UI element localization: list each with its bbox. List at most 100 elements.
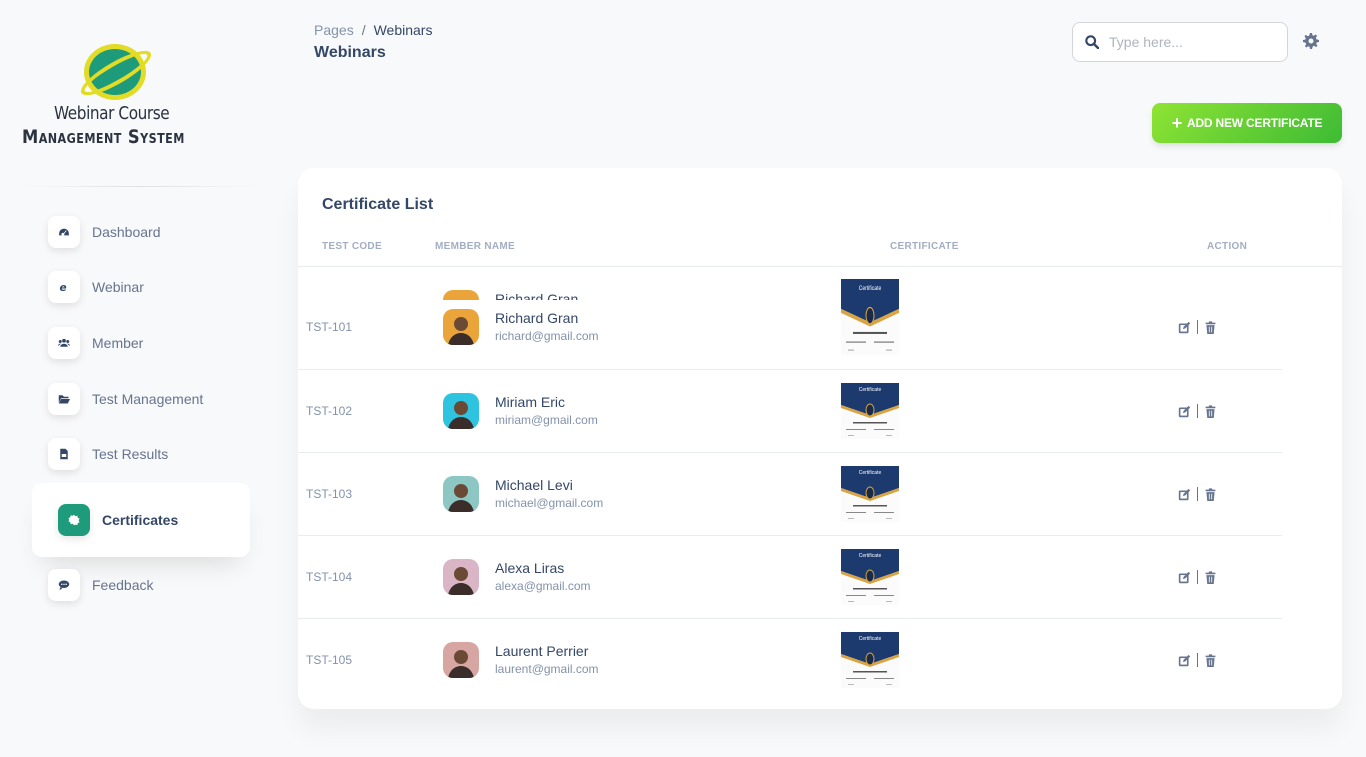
svg-text:Certificate: Certificate bbox=[859, 553, 882, 559]
sidebar-item-label: Webinar bbox=[92, 279, 144, 295]
sidebar-item-feedback[interactable]: Feedback bbox=[32, 557, 250, 613]
member-name: Laurent Perrier bbox=[495, 643, 589, 659]
person-photo-icon bbox=[443, 476, 479, 512]
column-header-member-name: MEMBER NAME bbox=[435, 241, 515, 252]
column-header-test-code: TEST CODE bbox=[322, 241, 382, 252]
action-separator bbox=[1197, 653, 1198, 667]
member-name: Miriam Eric bbox=[495, 394, 565, 410]
certificate-thumbnail[interactable]: Certificate bbox=[841, 383, 899, 439]
certificate-thumbnail[interactable]: Certificate bbox=[841, 549, 899, 605]
member-name: Alexa Liras bbox=[495, 560, 565, 576]
file-icon bbox=[48, 438, 80, 470]
column-header-action: ACTION bbox=[1207, 241, 1248, 252]
edit-icon[interactable] bbox=[1178, 571, 1191, 584]
app-logo[interactable]: Webinar Course Management System bbox=[18, 40, 218, 152]
test-code: TST-105 bbox=[306, 653, 353, 667]
logo-line-2: Management System bbox=[22, 126, 185, 148]
search-icon bbox=[1085, 35, 1099, 49]
table-row: TST-103 Michael Levi michael@gmail.com C… bbox=[298, 453, 1282, 536]
member-email: richard@gmail.com bbox=[495, 329, 599, 343]
action-separator bbox=[1197, 487, 1198, 501]
sidebar: Webinar Course Management System Dashboa… bbox=[0, 0, 280, 757]
edit-icon[interactable] bbox=[1178, 654, 1191, 667]
sidebar-item-label: Feedback bbox=[92, 577, 154, 593]
member-email: michael@gmail.com bbox=[495, 496, 604, 510]
row-actions bbox=[1178, 320, 1217, 334]
trash-icon[interactable] bbox=[1204, 570, 1217, 584]
breadcrumb-pages-link[interactable]: Pages bbox=[314, 22, 354, 38]
folder-open-icon bbox=[48, 383, 80, 415]
sidebar-item-label: Test Results bbox=[92, 446, 169, 462]
page-title: Webinars bbox=[314, 44, 386, 61]
certificate-thumbnail[interactable]: Certificate bbox=[841, 279, 899, 355]
certificate-image: Certificate bbox=[841, 383, 899, 439]
action-separator bbox=[1197, 320, 1198, 334]
sidebar-item-label: Member bbox=[92, 335, 144, 351]
avatar bbox=[443, 309, 479, 345]
person-photo-icon bbox=[443, 309, 479, 345]
certificate-thumbnail[interactable]: Certificate bbox=[841, 632, 899, 688]
search-box bbox=[1072, 22, 1288, 62]
plus-icon: + bbox=[1171, 113, 1183, 133]
row-actions bbox=[1178, 487, 1217, 501]
table-row: TST-101 Richard Gran richard@gmail.com C… bbox=[298, 267, 1282, 370]
edit-icon[interactable] bbox=[1178, 488, 1191, 501]
member-name: Michael Levi bbox=[495, 477, 573, 493]
table-row: TST-104 Alexa Liras alexa@gmail.com Cert… bbox=[298, 536, 1282, 619]
edit-icon[interactable] bbox=[1178, 405, 1191, 418]
add-new-certificate-label: ADD NEW CERTIFICATE bbox=[1187, 116, 1323, 130]
member-name: Richard Gran bbox=[495, 310, 579, 326]
sidebar-divider bbox=[20, 186, 260, 187]
person-photo-icon bbox=[443, 393, 479, 429]
trash-icon[interactable] bbox=[1204, 404, 1217, 418]
avatar bbox=[443, 476, 479, 512]
breadcrumb-current: Webinars bbox=[373, 22, 433, 38]
certificate-image: Certificate bbox=[841, 466, 899, 522]
test-code: TST-102 bbox=[306, 404, 353, 418]
breadcrumb-separator: / bbox=[361, 22, 366, 38]
add-new-certificate-button[interactable]: + ADD NEW CERTIFICATE bbox=[1152, 103, 1342, 143]
trash-icon[interactable] bbox=[1204, 653, 1217, 667]
avatar bbox=[443, 642, 479, 678]
certificate-image: Certificate bbox=[841, 549, 899, 605]
search-input[interactable] bbox=[1109, 34, 1269, 50]
action-separator bbox=[1197, 404, 1198, 418]
row-actions bbox=[1178, 653, 1217, 667]
trash-icon[interactable] bbox=[1204, 320, 1217, 334]
svg-text:Certificate: Certificate bbox=[859, 470, 882, 476]
sidebar-item-certificates[interactable]: Certificates bbox=[32, 483, 250, 557]
member-email: miriam@gmail.com bbox=[495, 413, 598, 427]
row-actions bbox=[1178, 404, 1217, 418]
trash-icon[interactable] bbox=[1204, 487, 1217, 501]
person-photo-icon bbox=[443, 559, 479, 595]
sidebar-item-dashboard[interactable]: Dashboard bbox=[32, 204, 250, 260]
dashboard-icon bbox=[48, 216, 80, 248]
certificate-list-card: Certificate List TEST CODE MEMBER NAME C… bbox=[298, 168, 1342, 709]
svg-text:Certificate: Certificate bbox=[859, 285, 882, 292]
edit-icon[interactable] bbox=[1178, 321, 1191, 334]
sidebar-item-label: Certificates bbox=[102, 512, 179, 528]
member-email: alexa@gmail.com bbox=[495, 579, 591, 593]
sidebar-item-test-results[interactable]: Test Results bbox=[32, 426, 250, 482]
table-row: TST-105 Laurent Perrier laurent@gmail.co… bbox=[298, 619, 1282, 702]
sidebar-item-test-management[interactable]: Test Management bbox=[32, 371, 250, 427]
gear-icon[interactable] bbox=[1303, 33, 1319, 49]
svg-text:e: e bbox=[60, 282, 67, 293]
svg-text:Certificate: Certificate bbox=[859, 636, 882, 642]
card-title: Certificate List bbox=[322, 196, 434, 213]
certificate-thumbnail[interactable]: Certificate bbox=[841, 466, 899, 522]
test-code: TST-101 bbox=[306, 320, 353, 334]
breadcrumb: Pages / Webinars bbox=[314, 22, 432, 38]
avatar bbox=[443, 559, 479, 595]
action-separator bbox=[1197, 570, 1198, 584]
row-actions bbox=[1178, 570, 1217, 584]
sidebar-item-member[interactable]: Member bbox=[32, 315, 250, 371]
test-code: TST-104 bbox=[306, 570, 353, 584]
users-icon bbox=[48, 327, 80, 359]
certificate-image: Certificate bbox=[841, 279, 899, 355]
test-code: TST-103 bbox=[306, 487, 353, 501]
sidebar-item-webinar[interactable]: e Webinar bbox=[32, 259, 250, 315]
sidebar-item-label: Dashboard bbox=[92, 224, 161, 240]
avatar bbox=[443, 393, 479, 429]
certificate-image: Certificate bbox=[841, 632, 899, 688]
